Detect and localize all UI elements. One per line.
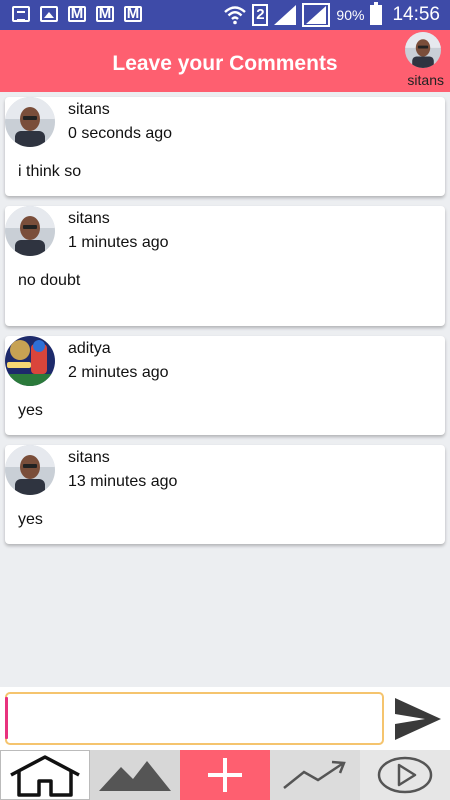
comment-card: sitans 1 minutes ago no doubt bbox=[5, 206, 445, 326]
comment-time: 1 minutes ago bbox=[68, 234, 169, 251]
play-icon bbox=[377, 756, 433, 794]
avatar bbox=[5, 97, 55, 147]
battery-icon bbox=[370, 2, 383, 25]
avatar bbox=[5, 336, 55, 386]
comment-card: sitans 13 minutes ago yes bbox=[5, 445, 445, 544]
comment-author: sitans bbox=[68, 210, 110, 227]
plus-icon bbox=[208, 758, 242, 792]
send-icon bbox=[395, 697, 441, 740]
avatar[interactable] bbox=[405, 32, 441, 68]
bottom-nav bbox=[0, 750, 450, 800]
comment-text: yes bbox=[18, 511, 43, 528]
mail-icon bbox=[124, 5, 142, 23]
comment-time: 0 seconds ago bbox=[68, 125, 173, 142]
wifi-icon bbox=[224, 6, 247, 25]
notification-icons bbox=[12, 5, 142, 23]
signal-icon bbox=[302, 3, 331, 27]
comment-text: no doubt bbox=[18, 272, 81, 289]
clock: 14:56 bbox=[392, 4, 440, 25]
nav-home-button[interactable] bbox=[0, 750, 90, 800]
status-bar: 2 90% 14:56 bbox=[0, 0, 450, 30]
comment-time: 13 minutes ago bbox=[68, 473, 178, 490]
header-username: sitans bbox=[407, 72, 444, 88]
mail-icon bbox=[96, 5, 114, 23]
signal-icon bbox=[274, 5, 297, 25]
comment-card: sitans 0 seconds ago i think so bbox=[5, 97, 445, 196]
send-button[interactable] bbox=[390, 692, 446, 745]
system-status: 2 90% 14:56 bbox=[224, 2, 440, 27]
mountain-icon bbox=[99, 761, 171, 791]
avatar bbox=[5, 206, 55, 256]
battery-percent: 90% bbox=[336, 7, 365, 23]
nav-gallery-button[interactable] bbox=[90, 750, 180, 800]
comment-card: aditya 2 minutes ago yes bbox=[5, 336, 445, 435]
home-icon bbox=[10, 755, 80, 797]
comment-text: i think so bbox=[18, 163, 82, 180]
nav-add-button[interactable] bbox=[180, 750, 270, 800]
comment-input[interactable] bbox=[5, 692, 384, 745]
page-title: Leave your Comments bbox=[112, 52, 338, 75]
mail-icon bbox=[68, 5, 86, 23]
comment-author: sitans bbox=[68, 101, 110, 118]
nav-play-button[interactable] bbox=[360, 750, 450, 800]
comment-time: 2 minutes ago bbox=[68, 364, 169, 381]
comment-author: sitans bbox=[68, 449, 110, 466]
sim-indicator: 2 bbox=[252, 4, 269, 26]
notes-icon bbox=[12, 6, 30, 22]
comment-composer bbox=[0, 687, 450, 750]
gallery-icon bbox=[40, 6, 58, 22]
trend-icon bbox=[283, 760, 346, 789]
nav-trend-button[interactable] bbox=[270, 750, 360, 800]
comment-author: aditya bbox=[68, 340, 111, 357]
app-header: Leave your Comments sitans bbox=[0, 30, 450, 92]
avatar bbox=[5, 445, 55, 495]
text-cursor bbox=[5, 697, 8, 739]
comment-text: yes bbox=[18, 402, 43, 419]
